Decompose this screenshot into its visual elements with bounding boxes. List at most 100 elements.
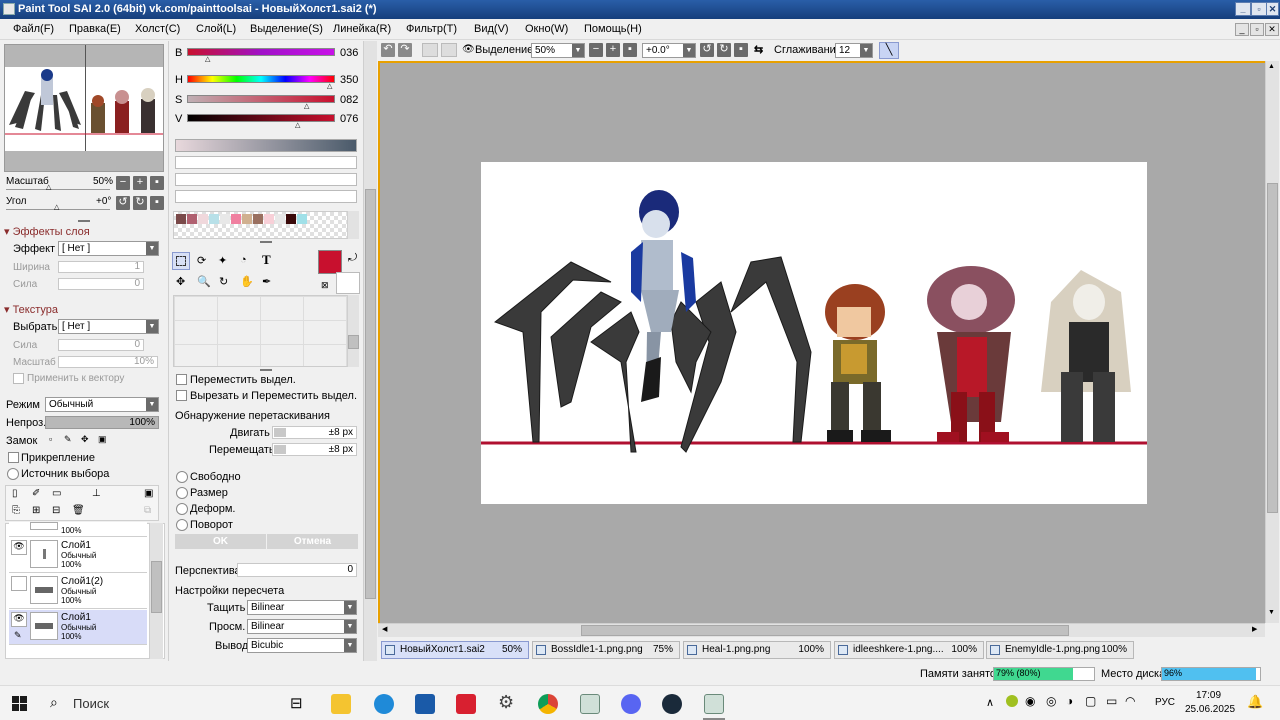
menu-ruler[interactable]: Линейка(R) (333, 23, 391, 35)
canvas-vertical-scroll-thumb[interactable] (1267, 183, 1278, 513)
new-vector-layer-icon[interactable]: ✐ (32, 488, 40, 499)
navigator-preview[interactable] (4, 44, 164, 172)
clock-date[interactable]: 25.06.2025 (1185, 704, 1235, 715)
menu-layer[interactable]: Слой(L) (196, 23, 236, 35)
clear-layer-icon[interactable]: ⊟ (52, 505, 60, 516)
texture-scale-slider[interactable]: 10% (58, 356, 158, 368)
tool-panel-scrollbar[interactable] (363, 41, 377, 661)
windows-start-icon[interactable] (12, 696, 27, 711)
new-layer-icon[interactable]: ▯ (12, 488, 18, 499)
text-tool-icon[interactable]: T (262, 252, 271, 268)
document-tab[interactable]: EnemyIdle-1.png.png 100% (986, 641, 1134, 659)
settings-gear-icon[interactable]: ⚙ (498, 692, 514, 713)
color-swatch[interactable] (231, 214, 241, 224)
pdf-reader-icon[interactable] (456, 694, 476, 714)
texture-header[interactable]: ▾ Текстура (4, 303, 58, 316)
layer-row-selected[interactable]: 👁 ✎ Слой1 Обычный 100% (9, 610, 147, 645)
b-slider-handle[interactable]: △ (205, 55, 210, 63)
magic-wand-icon[interactable]: ✦ (218, 254, 227, 267)
invert-selection-button[interactable] (441, 43, 457, 57)
rotate-transform-radio[interactable] (176, 519, 188, 531)
canvas-zoom-dropdown[interactable]: 50% ▼ (531, 43, 585, 58)
close-button[interactable]: ✕ (1266, 2, 1279, 16)
cancel-button[interactable]: Отмена (267, 534, 358, 549)
apply-vector-checkbox[interactable] (13, 373, 24, 384)
size-transform-radio[interactable] (176, 487, 188, 499)
color-swatch[interactable] (286, 214, 296, 224)
steam-icon[interactable] (662, 694, 682, 714)
document-tab[interactable]: Heal-1.png.png 100% (683, 641, 831, 659)
perspective-slider[interactable]: 0 (237, 563, 357, 577)
color-swatch[interactable] (220, 214, 230, 224)
color-swatch[interactable] (176, 214, 186, 224)
eye-hidden-icon[interactable] (11, 576, 27, 591)
color-swatch[interactable] (242, 214, 252, 224)
doc-restore-button[interactable]: ▫ (1250, 23, 1264, 36)
lock-move-icon[interactable]: ✥ (81, 434, 89, 445)
menu-file[interactable]: Файл(F) (13, 23, 54, 35)
flip-canvas-icon[interactable]: ⇆ (754, 43, 763, 56)
tool-panel-scroll-thumb[interactable] (365, 189, 376, 599)
chrome-icon[interactable] (538, 694, 558, 714)
free-transform-radio[interactable] (176, 471, 188, 483)
menu-filter[interactable]: Фильтр(T) (406, 23, 457, 35)
angle-slider-handle[interactable]: △ (54, 203, 59, 211)
lasso-tool-icon[interactable]: ⟳ (197, 254, 206, 267)
scroll-up-icon[interactable]: ▲ (1268, 63, 1275, 70)
canvas-document[interactable] (481, 162, 1147, 504)
eye-icon[interactable]: 👁 (11, 540, 27, 555)
panel-splitter[interactable] (78, 220, 90, 222)
effect-dropdown[interactable]: [ Нет ] ▼ (58, 241, 159, 256)
canvas-rotate-left-button[interactable]: ↺ (700, 43, 714, 57)
color-swatch[interactable] (297, 214, 307, 224)
battery-icon[interactable]: ▭ (1106, 694, 1117, 708)
new-folder-icon[interactable]: ▭ (52, 488, 61, 499)
strength-slider[interactable]: 0 (58, 278, 144, 290)
file-explorer-icon[interactable] (331, 694, 351, 714)
drag-quality-dropdown[interactable]: Bilinear ▼ (247, 600, 357, 615)
clock-time[interactable]: 17:09 (1196, 690, 1221, 701)
eye-icon[interactable]: 👁 (462, 44, 475, 55)
selection-source-radio[interactable] (7, 468, 19, 480)
output-quality-dropdown[interactable]: Bicubic ▼ (247, 638, 357, 653)
tray-chat-icon[interactable]: ▢ (1085, 694, 1096, 708)
swap-colors-icon[interactable]: ⤾ (348, 252, 357, 265)
wifi-icon[interactable]: ◠ (1125, 694, 1135, 708)
layer-row[interactable]: 👁 Слой1 Обычный 100% (9, 538, 147, 573)
layer-effects-header[interactable]: ▾ Эффекты слоя (4, 225, 90, 238)
tray-discord-icon[interactable]: ◉ (1025, 694, 1035, 708)
discord-icon[interactable] (621, 694, 641, 714)
preview-quality-dropdown[interactable]: Bilinear ▼ (247, 619, 357, 634)
h-slider[interactable] (187, 75, 335, 83)
deform-transform-radio[interactable] (176, 503, 188, 515)
zoom-in-button[interactable]: + (133, 176, 147, 190)
hand-tool-icon[interactable]: ✋ (240, 275, 254, 288)
layer-list-scroll-thumb[interactable] (151, 561, 162, 613)
opacity-slider[interactable]: 100% (45, 416, 159, 429)
tray-notification-icon[interactable]: ◑ (1066, 694, 1073, 708)
canvas-zoom-in-button[interactable]: + (606, 43, 620, 57)
copy-layer-icon[interactable]: ⎘ (12, 505, 20, 516)
layer-mask-icon[interactable]: ⊥ (92, 488, 101, 499)
gradient-bar-1[interactable] (175, 139, 357, 152)
canvas-zoom-out-button[interactable]: − (589, 43, 603, 57)
color-swatch[interactable] (253, 214, 263, 224)
zoom-slider[interactable] (6, 189, 110, 190)
rotate-right-button[interactable]: ↻ (133, 196, 147, 210)
shift-threshold-slider[interactable]: ±8 px (272, 443, 357, 456)
scroll-right-icon[interactable]: ▶ (1252, 625, 1257, 633)
tray-app-icon[interactable] (1006, 695, 1018, 707)
scroll-left-icon[interactable]: ◀ (382, 625, 387, 633)
eye-icon[interactable]: 👁 (11, 612, 27, 627)
blend-mode-dropdown[interactable]: Обычный ▼ (45, 397, 159, 412)
h-slider-handle[interactable]: △ (327, 82, 332, 90)
menu-canvas[interactable]: Холст(C) (135, 23, 180, 35)
layer-options-icon[interactable]: ▣ (144, 488, 153, 499)
edge-icon[interactable] (374, 694, 394, 714)
ok-button[interactable]: OK (175, 534, 266, 549)
stabilizer-dropdown[interactable]: 12 ▼ (835, 43, 873, 58)
move-threshold-slider[interactable]: ±8 px (272, 426, 357, 439)
straight-line-toggle[interactable]: ╲ (879, 42, 899, 59)
canvas-horizontal-scrollbar[interactable]: ◀ ▶ (378, 623, 1265, 637)
canvas-rotate-right-button[interactable]: ↻ (717, 43, 731, 57)
